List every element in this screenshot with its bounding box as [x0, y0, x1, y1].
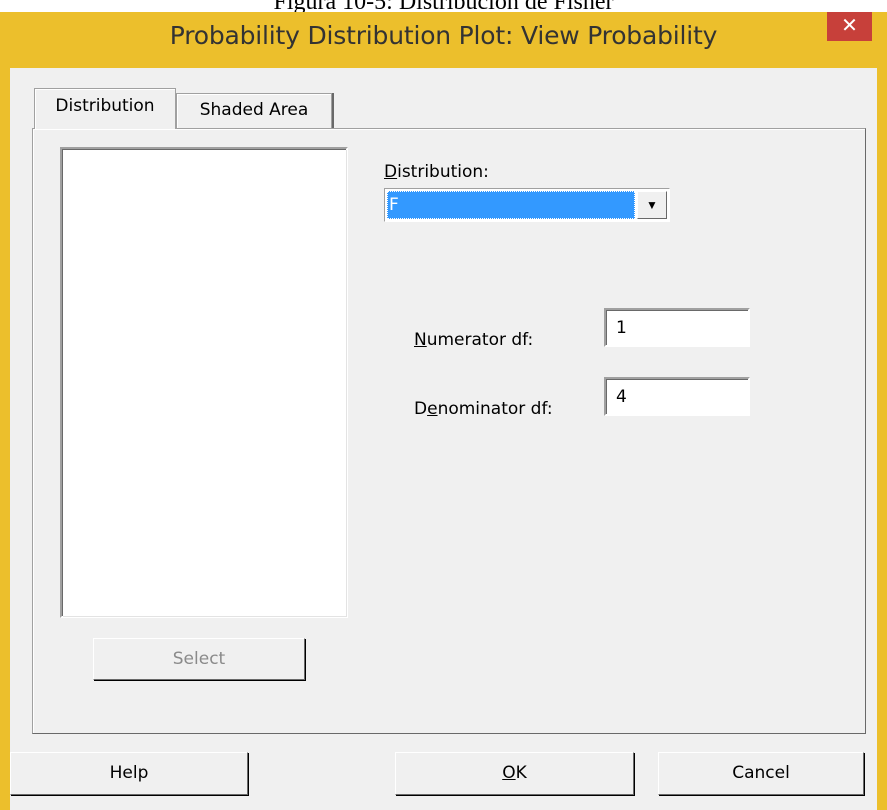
cancel-button[interactable]: Cancel: [658, 752, 864, 795]
window-title: Probability Distribution Plot: View Prob…: [169, 21, 718, 50]
close-icon: ✕: [841, 13, 858, 37]
numerator-df-field[interactable]: [604, 308, 750, 347]
distribution-label-text: istribution:: [397, 162, 489, 182]
denominator-df-label-mnemonic: e: [427, 399, 438, 419]
variables-listbox[interactable]: [60, 147, 348, 618]
help-button[interactable]: Help: [10, 752, 248, 795]
distribution-combobox[interactable]: F ▼: [384, 188, 670, 222]
distribution-selected-value: F: [387, 191, 635, 219]
dialog-window: Probability Distribution Plot: View Prob…: [0, 12, 887, 810]
tab-distribution[interactable]: Distribution: [34, 88, 176, 129]
numerator-df-label-mnemonic: N: [414, 330, 427, 350]
distribution-label: Distribution:: [384, 162, 489, 182]
close-button[interactable]: ✕: [827, 12, 872, 41]
denominator-df-field[interactable]: [604, 377, 750, 416]
numerator-df-label: Numerator df:: [414, 330, 533, 350]
dialog-client: Distribution Shaded Area Select Distribu…: [10, 68, 877, 810]
denominator-df-label-prefix: D: [414, 399, 428, 419]
denominator-df-label-text: nominator df:: [437, 399, 553, 419]
denominator-df-input[interactable]: [616, 385, 736, 409]
distribution-label-mnemonic: D: [384, 162, 398, 182]
numerator-df-input[interactable]: [616, 316, 736, 340]
tab-shaded-area[interactable]: Shaded Area: [176, 93, 334, 129]
denominator-df-label: Denominator df:: [414, 399, 553, 419]
ok-button[interactable]: OK: [395, 752, 634, 795]
numerator-df-label-text: umerator df:: [426, 330, 534, 350]
dropdown-arrow-button[interactable]: ▼: [637, 191, 667, 219]
title-bar[interactable]: Probability Distribution Plot: View Prob…: [0, 12, 887, 68]
chevron-down-icon: ▼: [646, 198, 658, 212]
ok-button-mnemonic: O: [502, 763, 516, 783]
select-button[interactable]: Select: [93, 638, 305, 680]
ok-button-text: K: [515, 763, 527, 783]
